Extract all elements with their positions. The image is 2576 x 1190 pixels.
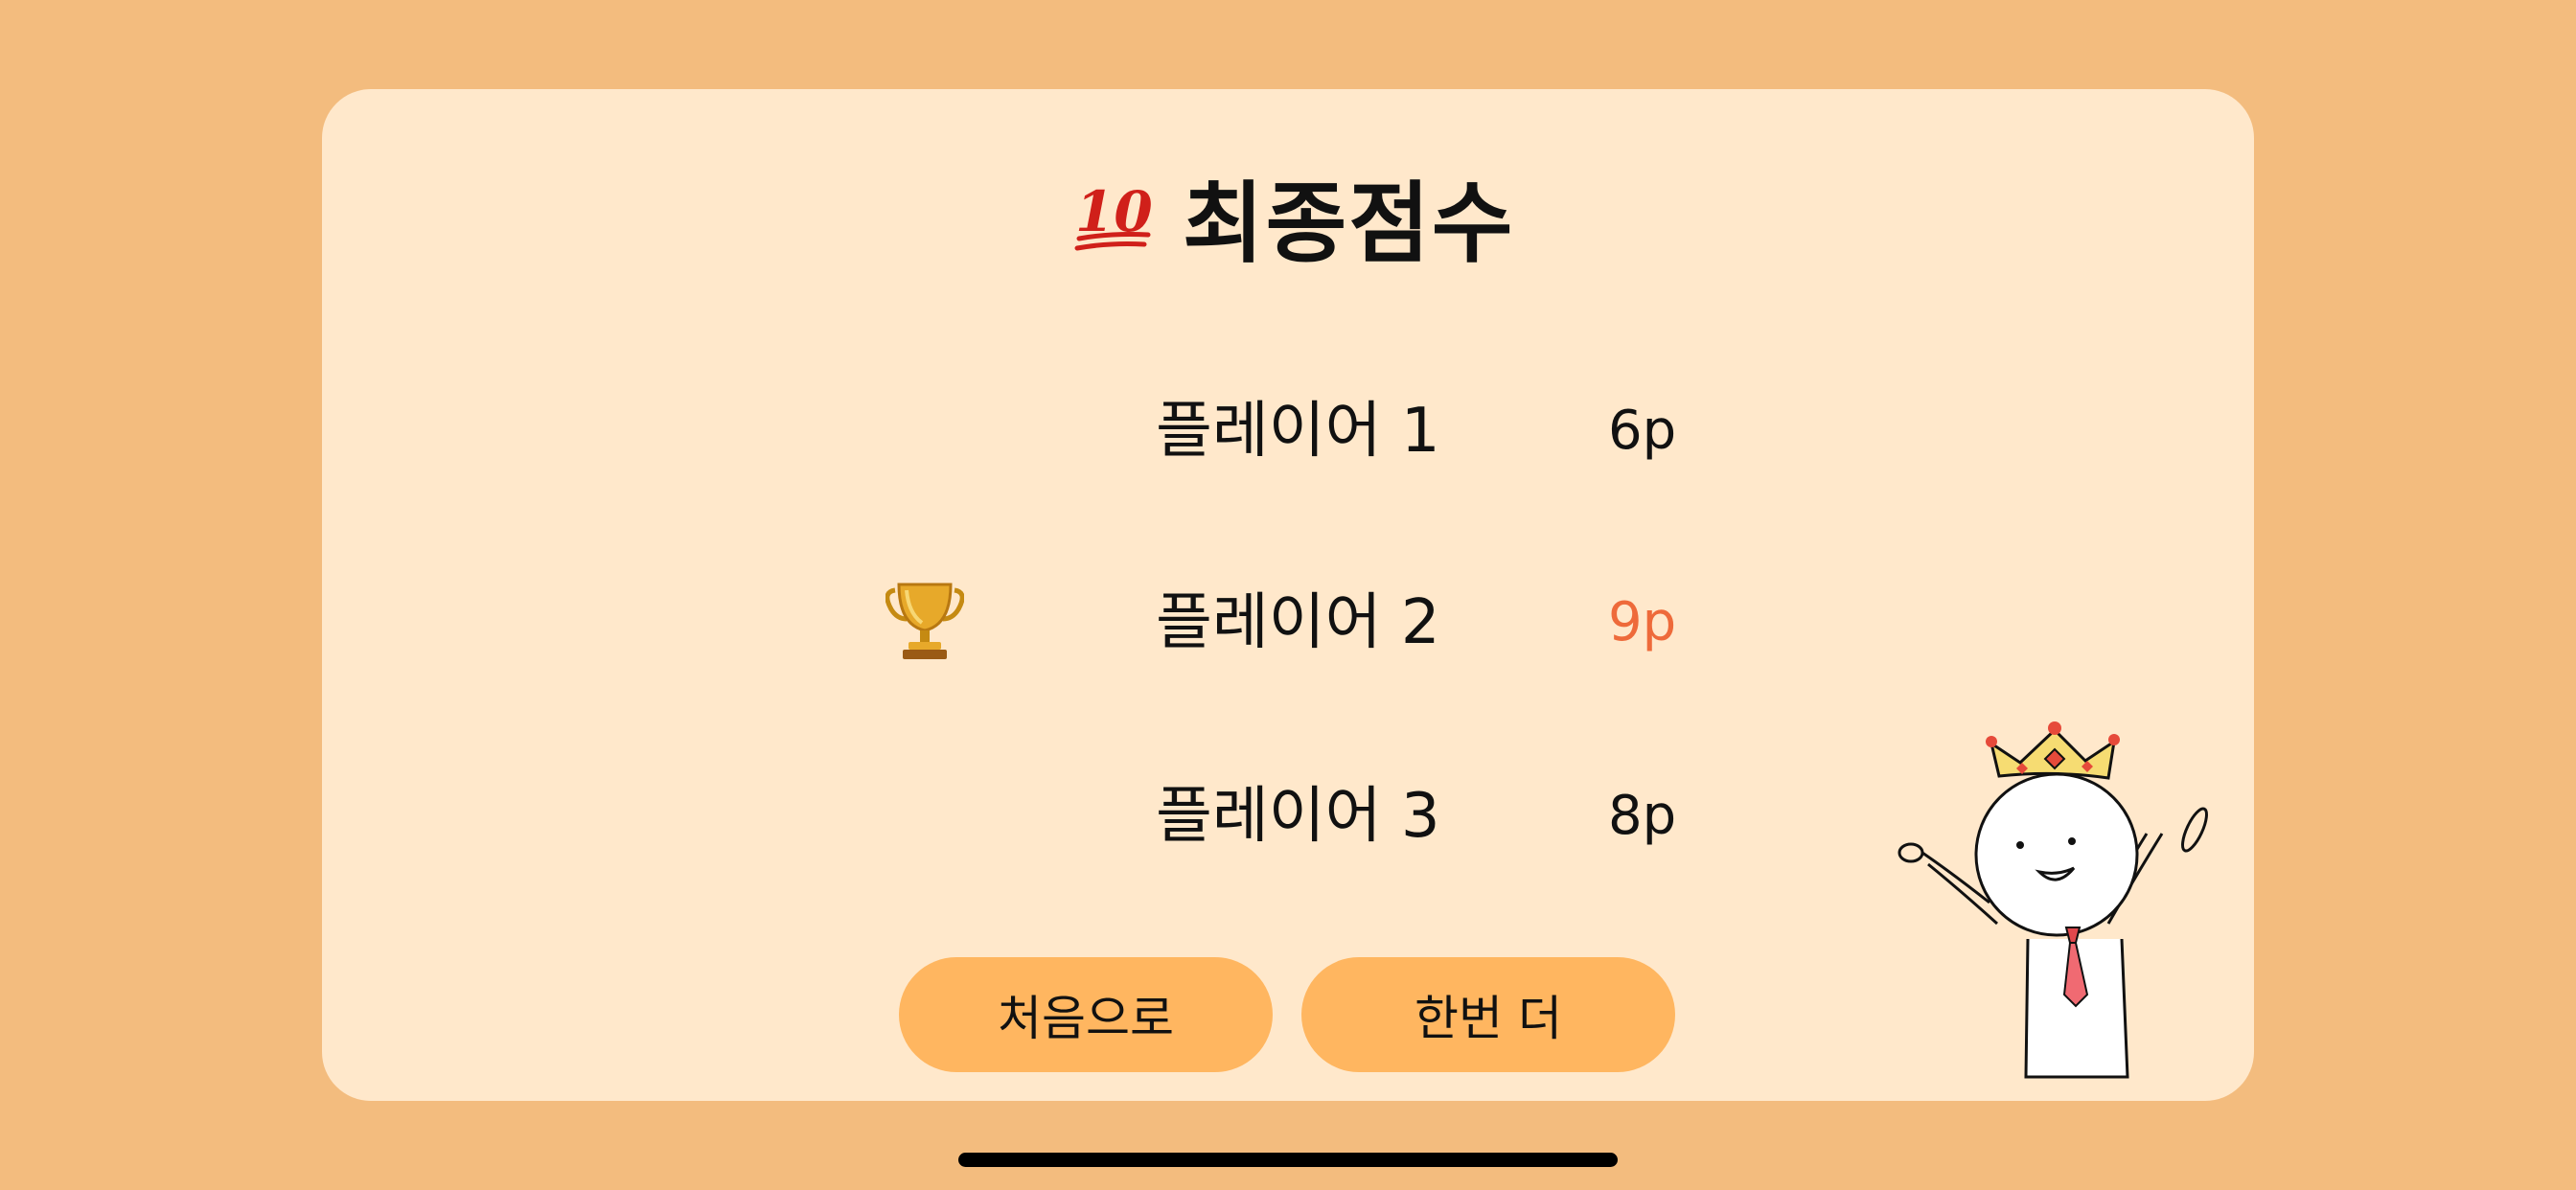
player-name: 플레이어 1 [1156,396,1440,467]
home-button[interactable]: 처음으로 [899,957,1273,1072]
play-again-button[interactable]: 한번 더 [1301,957,1675,1072]
player-name: 플레이어 2 [1156,587,1440,658]
hundred-points-icon: 100 [1074,179,1154,251]
player-score: 6p [1608,400,1677,462]
crowned-mascot-illustration [1898,721,2208,1079]
player-name: 플레이어 3 [1156,781,1440,852]
final-score-header: 100 최종점수 [1073,163,1515,275]
player-score-winner: 9p [1608,591,1677,653]
page-title: 최종점수 [1183,172,1515,275]
trophy-icon [886,583,964,659]
home-indicator[interactable] [958,1153,1618,1167]
player-score: 8p [1608,785,1677,847]
